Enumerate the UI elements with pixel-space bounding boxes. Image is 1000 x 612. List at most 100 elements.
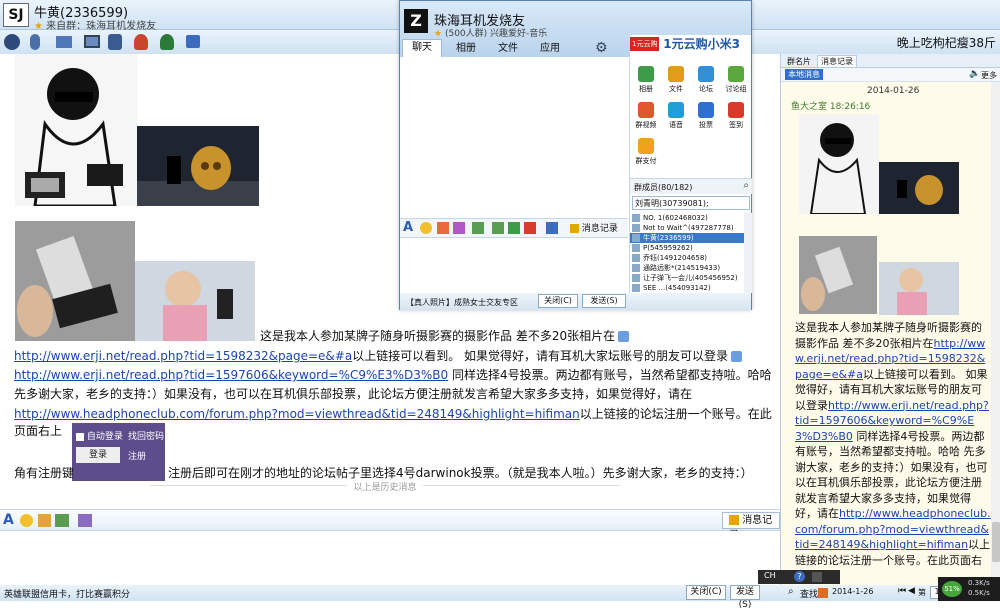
record-photo-skull[interactable] (879, 162, 959, 214)
group-record-button[interactable]: 消息记录 (570, 221, 618, 234)
app-0[interactable]: 相册 (632, 66, 660, 100)
ad-banner[interactable]: 1元云购 1元云购小米3 (630, 35, 751, 57)
prev-page-icon[interactable]: ◀ (908, 586, 915, 596)
font-icon[interactable]: A (403, 220, 413, 235)
member-search[interactable]: 刘青明(30739081); (632, 196, 750, 210)
member-scrollbar[interactable] (744, 213, 752, 293)
ime-tray: CH ? (758, 570, 840, 584)
recover-password-link[interactable]: 找回密码 (128, 429, 164, 442)
member-row[interactable]: 通路远影*(214519433) (630, 263, 744, 273)
main-close-button[interactable]: 关闭(C) (686, 585, 726, 600)
app-3[interactable]: 讨论组 (722, 66, 750, 100)
record-scrollbar-thumb[interactable] (992, 522, 1000, 562)
search-icon[interactable]: ⌕ (788, 586, 794, 597)
banner-text[interactable]: 晚上吃枸杞瘦38斤 (897, 34, 996, 51)
tab-photos[interactable]: 相册 (446, 41, 486, 57)
tray-icon[interactable] (812, 572, 822, 582)
shake-icon[interactable] (437, 222, 449, 234)
register-link[interactable]: 注册 (128, 449, 146, 462)
emoji-icon[interactable] (20, 514, 33, 527)
message-record-button[interactable]: 消息记录 (722, 512, 780, 541)
more-link[interactable]: 更多 (981, 70, 997, 81)
contact-avatar[interactable]: SJ (3, 3, 29, 27)
image-icon[interactable] (472, 222, 484, 234)
member-name: NO. 1(602468032) (643, 214, 708, 222)
link-erji-1[interactable]: http://www.erji.net/read.php?tid=1598232… (14, 349, 352, 363)
record-photo-hands[interactable] (799, 236, 877, 314)
tab-group-card[interactable]: 群名片 (787, 56, 811, 67)
image-icon[interactable] (55, 514, 69, 527)
emoji-icon[interactable] (420, 222, 432, 234)
member-row[interactable]: SEE ...(454093142) (630, 283, 744, 293)
record-search-label[interactable]: 查找 (800, 587, 818, 600)
photo-sketch-man[interactable] (15, 54, 137, 206)
main-send-button[interactable]: 发送(S) (730, 585, 760, 610)
tab-files[interactable]: 文件 (488, 41, 528, 57)
gear-icon[interactable]: ⚙ (595, 40, 608, 56)
shake-icon[interactable] (38, 514, 51, 527)
member-row[interactable]: 牛黄(2336599) (630, 233, 744, 243)
status-ad-text[interactable]: 英雄联盟信用卡，打比赛赢积分 (4, 587, 130, 600)
speed-percent[interactable]: 51% (942, 581, 962, 597)
member-row[interactable]: Not to Wait^(497287778) (630, 223, 744, 233)
message-icon[interactable] (186, 35, 200, 48)
remote-icon[interactable] (108, 34, 122, 50)
tab-chat[interactable]: 聊天 (402, 39, 442, 57)
speaker-icon[interactable]: 🔈 (969, 69, 980, 79)
tab-local-messages[interactable]: 本地消息 (785, 69, 823, 80)
app-1[interactable]: 文件 (662, 66, 690, 100)
photo-child[interactable] (135, 261, 255, 341)
login-screenshot[interactable]: 自动登录 找回密码 登录 注册 (72, 423, 165, 481)
camera-icon[interactable] (4, 34, 20, 50)
member-row[interactable]: NO. 1(602468032) (630, 213, 744, 223)
link-erji-2[interactable]: http://www.erji.net/read.php?tid=1597606… (14, 368, 448, 382)
ad-brand-logo: 1元云购 (630, 36, 660, 51)
member-row[interactable]: 让子弹飞一会儿(405456952) (630, 273, 744, 283)
group-footer-text[interactable]: 【真人照片】成熟女士交友专区 (406, 297, 518, 308)
add-user-icon[interactable] (134, 34, 148, 50)
help-icon[interactable]: ? (794, 571, 805, 582)
checkbox[interactable] (76, 432, 84, 441)
screen-icon[interactable] (84, 35, 100, 48)
photo-hands-device[interactable] (15, 221, 135, 341)
app-6[interactable]: 投票 (692, 102, 720, 136)
group-input-area[interactable] (400, 238, 628, 293)
first-page-icon[interactable]: ⏮ (898, 586, 906, 596)
speed-up: 0.3K/s (968, 579, 990, 587)
app-4[interactable]: 群视频 (632, 102, 660, 136)
poke-icon[interactable] (453, 222, 465, 234)
calendar-icon[interactable] (818, 588, 828, 598)
group-avatar[interactable]: Z (404, 9, 428, 33)
record-photo-child[interactable] (879, 262, 959, 315)
record-photo-sketch[interactable] (799, 114, 879, 214)
group-add-icon[interactable] (160, 34, 174, 50)
tab-apps[interactable]: 应用 (530, 41, 570, 57)
screenshot-icon[interactable] (78, 514, 92, 527)
app-7[interactable]: 签到 (722, 102, 750, 136)
font-icon[interactable]: A (3, 512, 14, 528)
folder-icon[interactable] (56, 36, 72, 48)
search-icon[interactable]: ⌕ (743, 180, 749, 191)
music-icon[interactable] (508, 222, 520, 234)
link-headphoneclub[interactable]: http://www.headphoneclub.com/forum.php?m… (14, 407, 580, 421)
gift-icon[interactable] (524, 222, 536, 234)
photo-skull-glass[interactable] (137, 126, 259, 206)
member-row[interactable]: P(545959262) (630, 243, 744, 253)
microphone-icon[interactable] (30, 34, 40, 50)
main-input-area[interactable] (0, 531, 780, 585)
group-send-button[interactable]: 发送(S) (582, 294, 626, 308)
group-message-area[interactable] (400, 58, 628, 218)
screenshot-icon[interactable] (546, 222, 558, 234)
app-label: 讨论组 (725, 85, 747, 93)
app-5[interactable]: 语音 (662, 102, 690, 136)
app-2[interactable]: 论坛 (692, 66, 720, 100)
tab-message-record[interactable]: 消息记录 (817, 55, 857, 68)
group-close-button[interactable]: 关闭(C) (538, 294, 578, 308)
login-button[interactable]: 登录 (76, 447, 120, 463)
record-search-date[interactable]: 2014-1-26 (832, 587, 873, 596)
file-icon[interactable] (492, 222, 504, 234)
record-scrollbar[interactable] (991, 82, 1000, 585)
app-8[interactable]: 群支付 (632, 138, 660, 172)
ime-ch-label[interactable]: CH (764, 571, 776, 580)
member-row[interactable]: 乔钰(1491204658) (630, 253, 744, 263)
